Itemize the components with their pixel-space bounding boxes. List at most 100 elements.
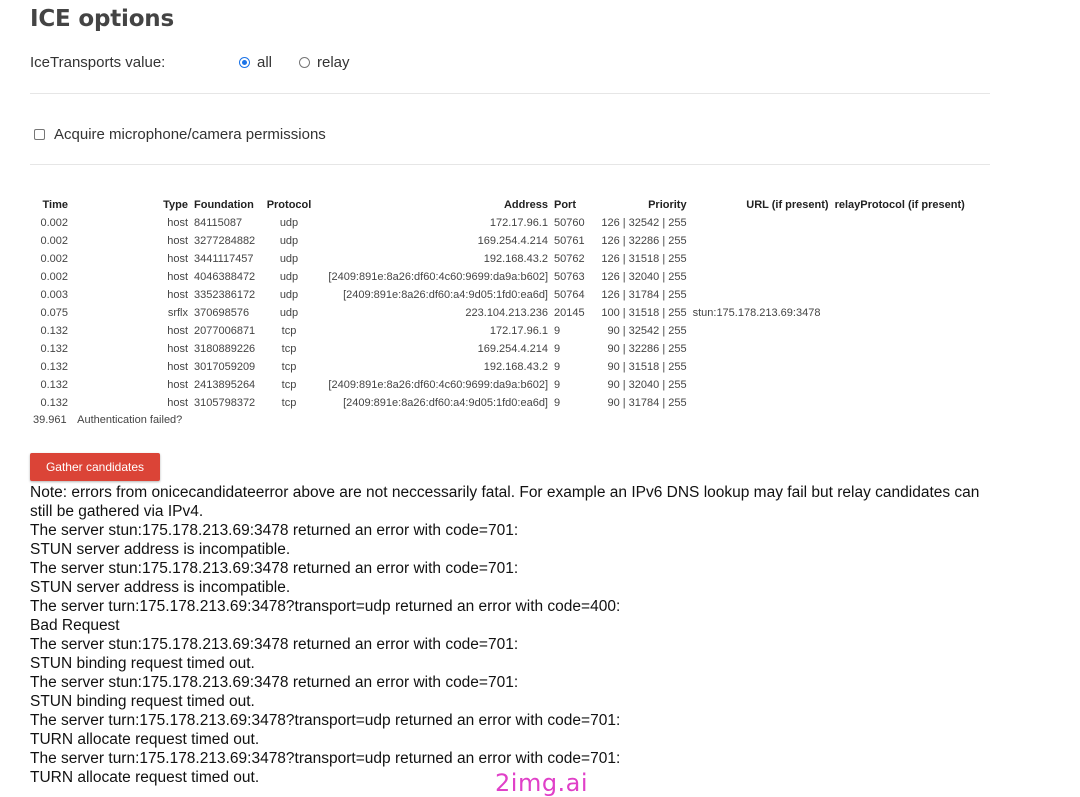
cell-priority: 90 | 32040 | 255 [607,379,687,391]
final-error-message: Authentication failed? [77,414,183,426]
radio-all[interactable]: all [239,54,272,71]
radio-relay-indicator[interactable] [299,57,310,68]
cell-relay [832,232,968,250]
candidates-body: 0.002 host 84115087 udp 172.17.96.1 50760 126 … [32,214,968,412]
cell-time: 0.002 [40,253,68,265]
col-url: URL (if present) [746,199,829,211]
radio-relay[interactable]: relay [299,54,350,71]
cell-address: 172.17.96.1 [489,325,548,337]
error-note-line: STUN binding request timed out. [30,655,255,672]
col-foundation: Foundation [194,199,254,211]
cell-type: host [167,325,188,337]
cell-foundation: 3441117457 [194,253,254,265]
cell-relay [832,250,968,268]
cell-relay [832,304,968,322]
cell-type: srflx [167,307,188,319]
table-row: 0.132 host 3105798372 tcp [2409:891e:8a26:df… [32,394,968,412]
cell-protocol: udp [279,271,299,283]
cell-type: host [167,217,188,229]
cell-url [690,232,832,250]
cell-type: host [167,271,188,283]
cell-address: [2409:891e:8a26:df60:4c60:9699:da9a:b602… [328,271,548,283]
cell-type: host [167,343,188,355]
cell-address: [2409:891e:8a26:df60:a4:9d05:1fd0:ea6d] [343,289,548,301]
gather-candidates-button[interactable]: Gather candidates [30,453,160,481]
permissions-row[interactable]: Acquire microphone/camera permissions [34,126,326,143]
page-title: ICE options [30,6,174,32]
radio-all-label: all [257,54,273,71]
cell-port: 9 [554,325,561,337]
error-note-line: TURN allocate request timed out. [30,731,260,748]
error-note-line: The server stun:175.178.213.69:3478 retu… [30,636,519,653]
cell-port: 50761 [554,235,585,247]
cell-time: 0.002 [40,217,68,229]
cell-address: 172.17.96.1 [489,217,548,229]
cell-relay [832,268,968,286]
cell-type: host [167,235,188,247]
error-note-line: STUN binding request timed out. [30,693,255,710]
cell-priority: 100 | 31518 | 255 [601,307,687,319]
divider [30,93,990,94]
cell-protocol: tcp [281,343,297,355]
cell-address: 192.168.43.2 [483,361,548,373]
final-error-time: 39.961 [33,414,67,426]
error-note-line: The server stun:175.178.213.69:3478 retu… [30,674,519,691]
cell-time: 0.132 [40,379,68,391]
cell-type: host [167,361,188,373]
radio-relay-label: relay [317,54,350,71]
radio-all-indicator[interactable] [239,57,250,68]
cell-foundation: 3180889226 [194,343,256,355]
cell-address: 223.104.213.236 [465,307,548,319]
table-row: 0.003 host 3352386172 udp [2409:891e:8a26:df… [32,286,968,304]
table-row: 0.132 host 3180889226 tcp 169.254.4.214 9 90 |… [32,340,968,358]
cell-relay [832,394,968,412]
cell-url [690,322,832,340]
cell-time: 0.002 [40,235,68,247]
error-note-line: The server stun:175.178.213.69:3478 retu… [30,522,519,539]
cell-protocol: tcp [281,325,297,337]
cell-foundation: 3017059209 [194,361,256,373]
error-note-line: The server turn:175.178.213.69:3478?tran… [30,712,621,729]
cell-port: 20145 [554,307,585,319]
cell-time: 0.003 [40,289,68,301]
cell-port: 50764 [554,289,585,301]
col-priority: Priority [648,199,687,211]
final-error-row: 39.961 Authentication failed? [33,414,190,426]
cell-time: 0.132 [40,343,68,355]
cell-foundation: 2413895264 [194,379,256,391]
cell-protocol: tcp [281,379,297,391]
cell-foundation: 4046388472 [194,271,256,283]
cell-port: 50760 [554,217,585,229]
permissions-checkbox[interactable] [34,129,45,140]
cell-time: 0.132 [40,361,68,373]
cell-priority: 90 | 32286 | 255 [607,343,687,355]
table-row: 0.002 host 84115087 udp 172.17.96.1 50760 126 … [32,214,968,232]
cell-foundation: 3105798372 [194,397,256,409]
cell-address: [2409:891e:8a26:df60:4c60:9699:da9a:b602… [328,379,548,391]
cell-priority: 90 | 32542 | 255 [607,325,687,337]
cell-url [690,268,832,286]
cell-foundation: 2077006871 [194,325,256,337]
table-row: 0.132 host 3017059209 tcp 192.168.43.2 9 90 | … [32,358,968,376]
cell-priority: 90 | 31784 | 255 [607,397,687,409]
cell-priority: 126 | 32542 | 255 [601,217,687,229]
cell-url [690,250,832,268]
cell-port: 9 [554,397,561,409]
error-note-line: The server turn:175.178.213.69:3478?tran… [30,598,621,615]
cell-port: 9 [554,343,561,355]
cell-foundation: 84115087 [194,217,243,229]
cell-type: host [167,397,188,409]
candidates-table: Time Type Foundation Protocol Address Po… [32,196,968,412]
col-protocol: Protocol [266,199,312,211]
cell-priority: 126 | 32040 | 255 [601,271,687,283]
cell-priority: 126 | 31518 | 255 [601,253,687,265]
error-note-line: Bad Request [30,617,120,634]
table-row: 0.002 host 3441117457 udp 192.168.43.2 50762 1… [32,250,968,268]
cell-foundation: 3352386172 [194,289,256,301]
cell-url [690,214,832,232]
cell-port: 50763 [554,271,585,283]
cell-protocol: tcp [281,397,297,409]
col-relay-protocol: relayProtocol (if present) [834,199,965,211]
table-row: 0.132 host 2413895264 tcp [2409:891e:8a26:df… [32,376,968,394]
cell-time: 0.075 [40,307,68,319]
